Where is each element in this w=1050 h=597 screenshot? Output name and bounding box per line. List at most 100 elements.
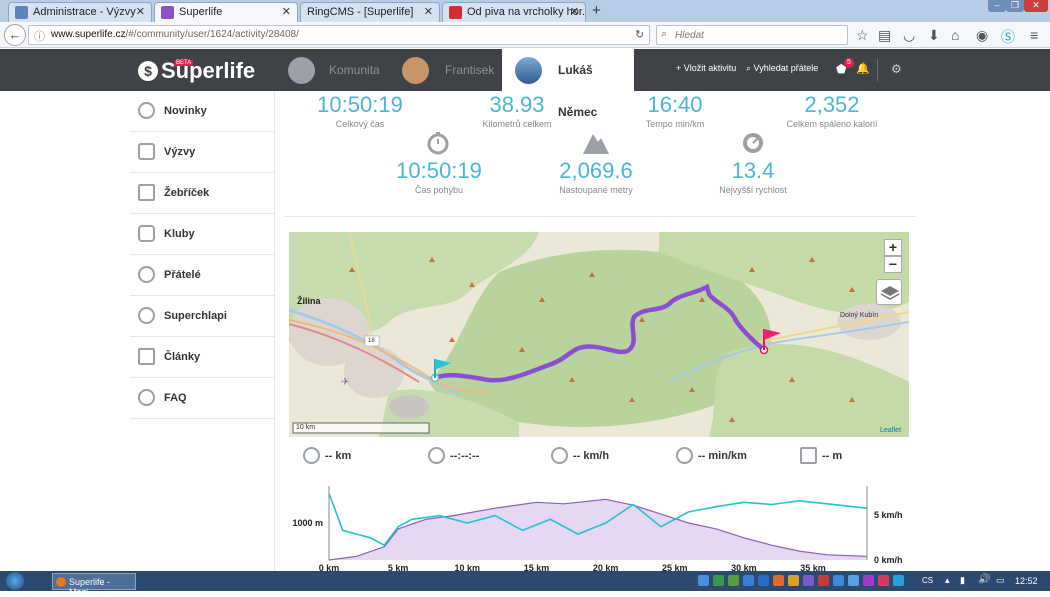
nav-community[interactable]: Komunita (288, 49, 398, 91)
url-path: /#/community/user/1624/activity/28408/ (125, 29, 299, 40)
stat-label: Celkový čas (335, 119, 385, 129)
find-friends-link[interactable]: ⌕ Vyhledat přátele (746, 63, 818, 74)
add-activity-link[interactable]: + Vložit aktivitu (676, 63, 736, 73)
menu-icon[interactable]: ≡ (1030, 27, 1038, 43)
bell-icon[interactable]: 🔔 (856, 62, 870, 75)
tray-app-icon[interactable] (758, 575, 769, 586)
tray-app-icon[interactable] (743, 575, 754, 586)
tray-app-icon[interactable] (863, 575, 874, 586)
shield-star-icon (138, 143, 155, 160)
chat-icon[interactable]: ◉ (976, 27, 988, 44)
sidebar-item-clanky[interactable]: Články (130, 337, 274, 378)
nav-user[interactable]: Lukáš Němec (502, 49, 634, 119)
download-icon[interactable]: ⬇ (928, 27, 940, 44)
tray-app-icon[interactable] (818, 575, 829, 586)
tray-app-icon[interactable] (728, 575, 739, 586)
sidebar-item-label: Žebříček (164, 187, 210, 199)
pocket-icon[interactable]: ◡ (903, 27, 915, 44)
window-close-icon[interactable]: ✕ (1024, 0, 1048, 12)
route-map[interactable]: ✈ Žilina Dolný Kubín 18 10 km Leaflet + … (289, 232, 909, 437)
volume-icon[interactable]: 🔊 (978, 574, 990, 585)
back-button[interactable]: ← (4, 24, 26, 46)
nav-friend[interactable]: Frantisek (402, 49, 500, 91)
speedometer-icon (676, 447, 693, 464)
tray-app-icon[interactable] (803, 575, 814, 586)
language-indicator[interactable]: CS (922, 576, 933, 585)
metric-value: -- min/km (698, 450, 747, 462)
start-button[interactable] (6, 572, 24, 590)
stat-value: 38.93 (489, 92, 545, 117)
clock[interactable]: 12:52 (1015, 576, 1038, 586)
browser-nav-bar: ← ⓘ www.superlife.cz/#/community/user/16… (0, 22, 1050, 48)
sidebar-item-label: Výzvy (164, 146, 196, 158)
close-icon[interactable]: ✕ (136, 5, 145, 18)
stat-value: 2,352 (804, 92, 860, 117)
close-icon[interactable]: ✕ (424, 5, 433, 18)
site-header: $ Superlife BETA Komunita Frantisek Lukáš… (0, 49, 1050, 119)
tray-app-icon[interactable] (848, 575, 859, 586)
metric-value: -- m (822, 450, 843, 462)
inbox-icon (138, 348, 155, 365)
tray-app-icon[interactable] (833, 575, 844, 586)
notification-badge: 5 (844, 58, 854, 68)
tab-od-piva[interactable]: Od piva na vrcholky hor. Se... ✕ (442, 2, 586, 22)
y-left-label: 1000 m (292, 518, 323, 528)
new-tab-icon[interactable]: + (592, 2, 601, 19)
tray-app-icon[interactable] (698, 575, 709, 586)
bookmark-star-icon[interactable]: ☆ (856, 27, 869, 44)
metric-distance: -- km (303, 447, 351, 464)
clock-icon (138, 102, 155, 119)
taskbar-firefox-app[interactable]: Superlife - Mozi... (52, 573, 136, 597)
stat-label: Nastoupané metry (559, 185, 633, 195)
superlife-logo[interactable]: $ Superlife (138, 58, 255, 84)
stat-value: 2,069.6 (559, 158, 633, 183)
home-icon[interactable]: ⌂ (951, 27, 959, 43)
search-input[interactable]: ⌕ Hledat (656, 25, 848, 45)
minimize-icon[interactable]: – (988, 0, 1006, 12)
map-attribution[interactable]: Leaflet (880, 427, 901, 434)
sidebar-item-superchlapi[interactable]: Superchlapi (130, 296, 274, 337)
maximize-icon[interactable]: ❐ (1006, 0, 1024, 12)
settings-gear-icon[interactable]: ⚙ (891, 62, 902, 76)
svg-text:✈: ✈ (341, 377, 349, 388)
tray-app-icon[interactable] (878, 575, 889, 586)
sidebar-item-vyzvy[interactable]: Výzvy (130, 132, 274, 173)
logo-coin-icon: $ (138, 61, 158, 81)
reading-list-icon[interactable]: ▤ (878, 27, 891, 44)
sidebar-item-label: Novinky (164, 105, 207, 117)
tab-superlife[interactable]: Superlife ✕ (154, 2, 298, 22)
tray-app-icon[interactable] (893, 575, 904, 586)
battery-icon[interactable]: ▭ (996, 575, 1005, 586)
stats-divider (284, 216, 916, 217)
tray-app-icon[interactable] (713, 575, 724, 586)
stat-label: Tempo min/km (645, 119, 705, 129)
reload-icon[interactable]: ↻ (635, 28, 644, 41)
header-divider (877, 59, 878, 81)
nav-community-label: Komunita (329, 63, 380, 77)
skype-icon[interactable]: Ⓢ (1001, 27, 1015, 47)
close-icon[interactable]: ✕ (282, 5, 291, 18)
stat-label: Čas pohybu (414, 185, 464, 195)
network-icon[interactable]: ▮ (960, 575, 965, 586)
tab-administrace[interactable]: Administrace - Výzvy ✕ (8, 2, 152, 22)
url-bar[interactable]: ⓘ www.superlife.cz/#/community/user/1624… (28, 25, 650, 45)
sidebar-item-kluby[interactable]: Kluby (130, 214, 274, 255)
layers-button[interactable] (876, 279, 902, 305)
stat-moving-time: 10:50:19 Čas pohybu (384, 158, 494, 195)
close-icon[interactable]: ✕ (570, 5, 579, 18)
user-avatar (515, 57, 542, 84)
info-icon: ⓘ (34, 31, 45, 43)
zoom-out-button[interactable]: − (884, 256, 902, 273)
sidebar-item-zebricek[interactable]: Žebříček (130, 173, 274, 214)
tab-ringcms[interactable]: RingCMS - [Superlife] ✕ (300, 2, 440, 22)
zoom-in-button[interactable]: + (884, 239, 902, 256)
metric-value: --:--:-- (450, 450, 480, 462)
sidebar-item-faq[interactable]: FAQ (130, 378, 274, 419)
tray-app-icon[interactable] (773, 575, 784, 586)
sidebar-item-pratele[interactable]: Přátelé (130, 255, 274, 296)
tray-app-icon[interactable] (788, 575, 799, 586)
stopwatch-icon (428, 447, 445, 464)
tray-arrow-icon[interactable]: ▴ (945, 575, 950, 586)
sidebar-item-novinky[interactable]: Novinky (130, 91, 274, 132)
stat-value: 10:50:19 (396, 158, 482, 183)
